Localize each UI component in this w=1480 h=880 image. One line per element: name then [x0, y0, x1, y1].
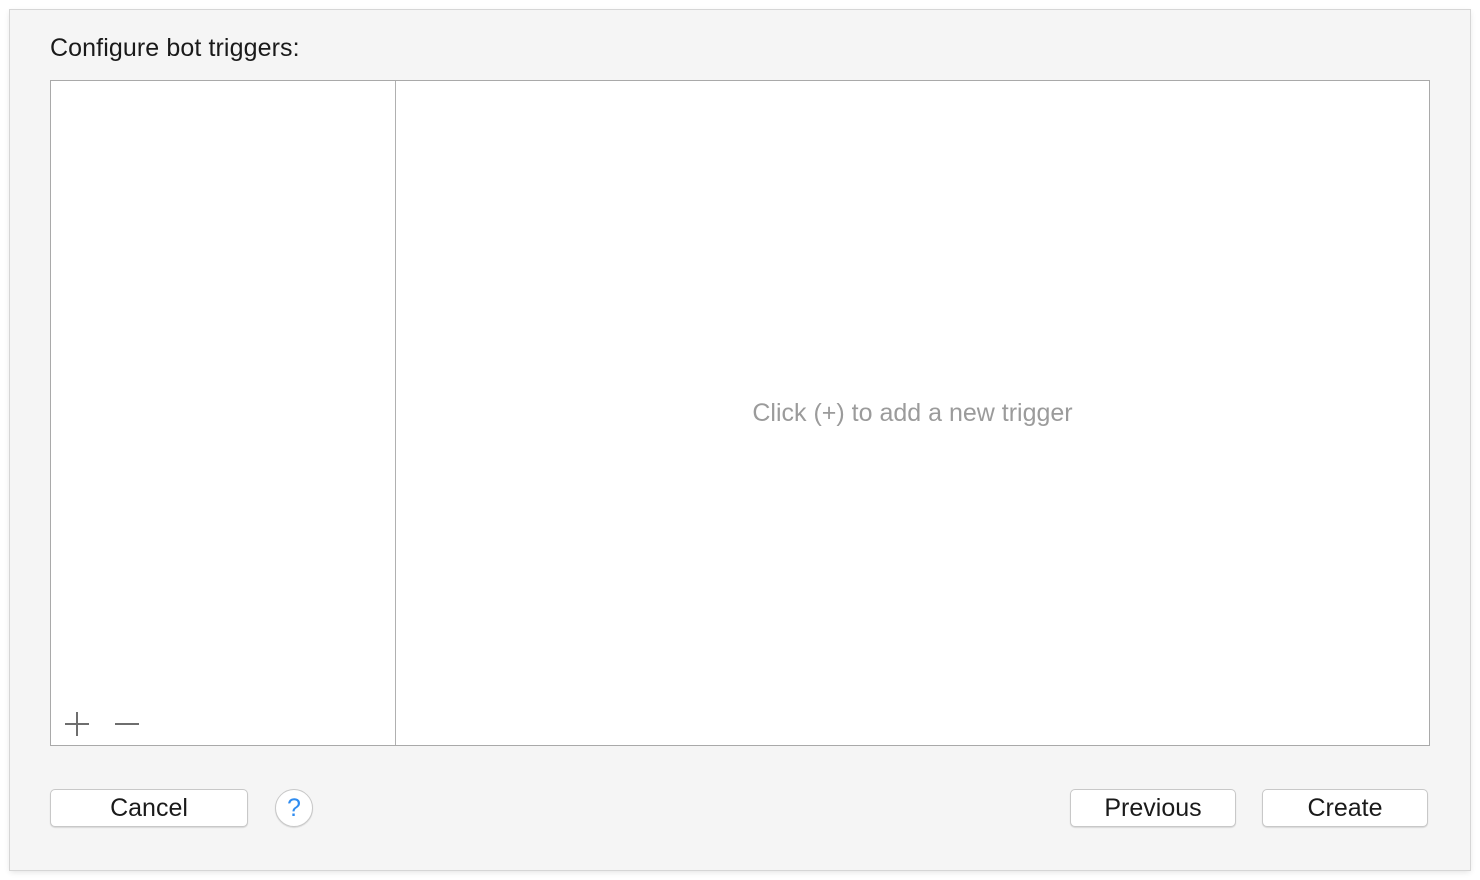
add-trigger-button[interactable] [61, 709, 91, 739]
trigger-detail-pane: Click (+) to add a new trigger [396, 81, 1429, 745]
empty-state-message: Click (+) to add a new trigger [752, 399, 1073, 427]
triggers-editor: Click (+) to add a new trigger [50, 80, 1430, 746]
help-icon: ? [287, 793, 301, 822]
trigger-list-controls [61, 709, 161, 739]
cancel-button[interactable]: Cancel [50, 789, 248, 827]
remove-trigger-button[interactable] [111, 709, 141, 739]
create-button[interactable]: Create [1262, 789, 1428, 827]
configure-triggers-sheet: Configure bot triggers: Click (+) to add… [10, 10, 1470, 870]
dialog-title: Configure bot triggers: [50, 34, 300, 62]
trigger-list[interactable] [51, 81, 396, 745]
previous-button[interactable]: Previous [1070, 789, 1236, 827]
help-button[interactable]: ? [275, 789, 313, 827]
